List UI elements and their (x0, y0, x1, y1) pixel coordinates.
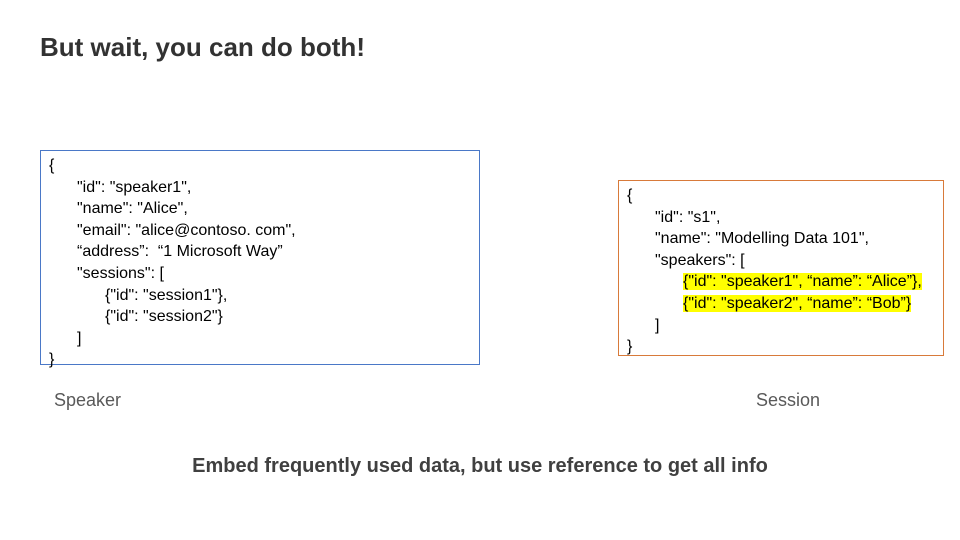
code-line: "name": "Modelling Data 101", (627, 228, 937, 250)
code-line: } (49, 349, 473, 371)
highlight: {"id": "speaker1", “name”: “Alice”}, (683, 273, 922, 290)
code-line: "email": "alice@contoso. com", (49, 220, 473, 242)
code-line-highlight: {"id": "speaker1", “name”: “Alice”}, (627, 271, 937, 293)
code-line: "id": "speaker1", (49, 177, 473, 199)
code-line: “address”: “1 Microsoft Way” (49, 241, 473, 263)
code-line: "id": "s1", (627, 207, 937, 229)
code-line: {"id": "session1"}, (49, 285, 473, 307)
session-caption: Session (756, 390, 820, 411)
code-line: "speakers": [ (627, 250, 937, 272)
code-line: {"id": "session2"} (49, 306, 473, 328)
speaker-caption: Speaker (54, 390, 121, 411)
slide-title: But wait, you can do both! (40, 32, 365, 63)
highlight: {"id": "speaker2", “name”: “Bob”} (683, 295, 911, 312)
speaker-json-box: { "id": "speaker1", "name": "Alice", "em… (40, 150, 480, 365)
code-line: ] (49, 328, 473, 350)
code-line: ] (627, 315, 937, 337)
code-line: { (627, 185, 937, 207)
footer-text: Embed frequently used data, but use refe… (0, 455, 960, 478)
code-line-highlight: {"id": "speaker2", “name”: “Bob”} (627, 293, 937, 315)
code-line: "sessions": [ (49, 263, 473, 285)
session-json-box: { "id": "s1", "name": "Modelling Data 10… (618, 180, 944, 356)
code-line: "name": "Alice", (49, 198, 473, 220)
code-line: { (49, 155, 473, 177)
code-line: } (627, 336, 937, 358)
